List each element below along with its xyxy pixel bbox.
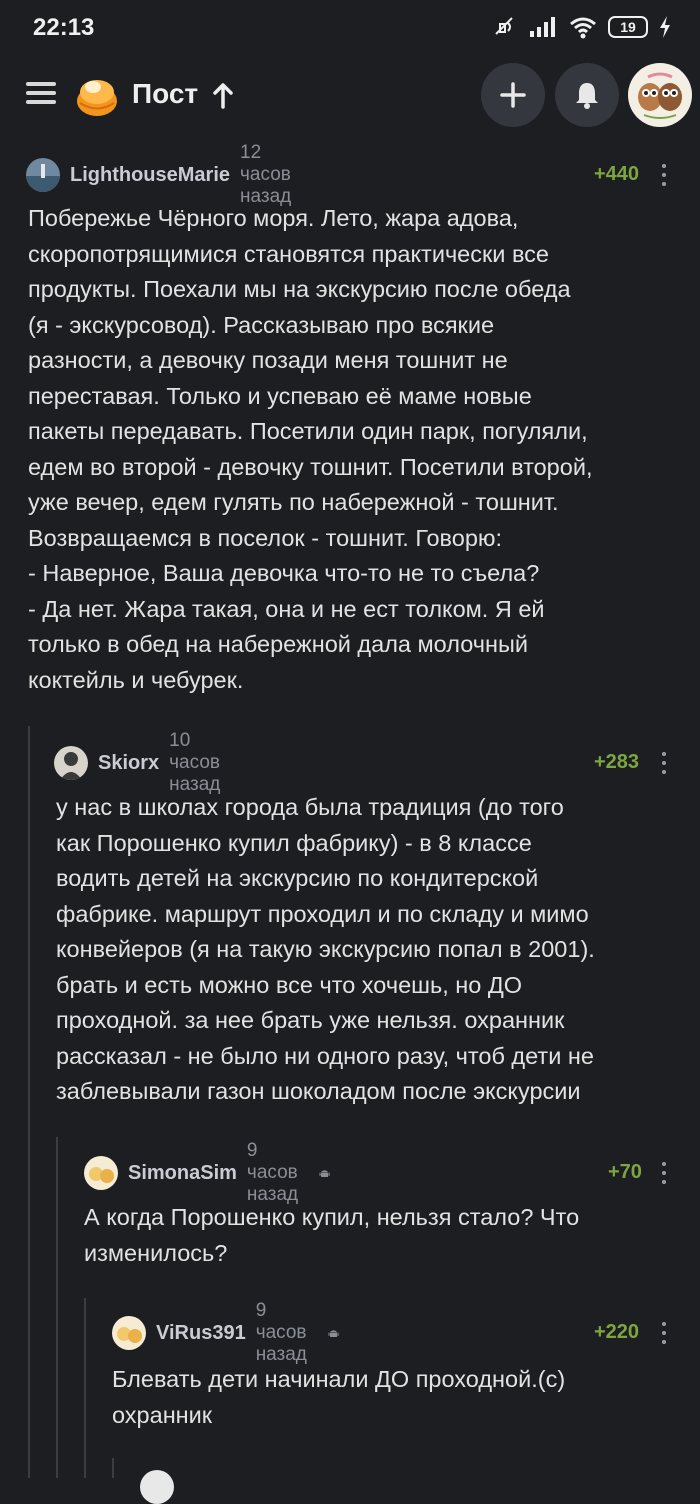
avatar[interactable] <box>140 1470 174 1504</box>
status-bar: 22:13 19 <box>0 0 700 58</box>
comment-time: 9 часов назад <box>255 1300 307 1365</box>
charging-icon <box>660 16 670 38</box>
comment-text: Побережье Чёрного моря. Лето, жара адова… <box>28 205 593 693</box>
thread-line <box>56 1137 58 1478</box>
comment-text: у нас в школах города была традиция (до … <box>56 794 595 1104</box>
comment-author[interactable]: SimonaSim <box>128 1162 237 1185</box>
status-icons: 19 <box>492 14 672 40</box>
page-title: Пост <box>132 78 199 109</box>
comment-author[interactable]: LighthouseMarie <box>70 164 230 187</box>
battery-icon: 19 <box>608 16 648 38</box>
comment-text: Блевать дети начинали ДО проходной.(с) о… <box>112 1366 566 1428</box>
bell-icon <box>576 83 598 109</box>
wifi-icon <box>570 17 596 39</box>
mute-icon <box>495 17 513 35</box>
avatar[interactable] <box>112 1316 146 1350</box>
thread-line <box>84 1298 86 1478</box>
android-icon <box>319 1170 330 1178</box>
comment-score: +220 <box>594 1321 640 1343</box>
comment-header: Skiorx 10 часов назад <box>54 730 220 795</box>
avatar[interactable] <box>84 1156 118 1190</box>
signal-icon <box>530 17 555 37</box>
comment-header: SimonaSim 9 часов назад <box>84 1140 330 1205</box>
add-icon <box>500 82 526 108</box>
avatar[interactable] <box>54 746 88 780</box>
app-bar: Пост <box>0 58 700 136</box>
comment-time: 9 часов назад <box>246 1140 299 1205</box>
comment-score: +70 <box>608 1161 642 1183</box>
notifications-button[interactable] <box>555 63 619 127</box>
more-icon[interactable] <box>662 1322 668 1344</box>
comment-time: 10 часов назад <box>169 730 221 795</box>
status-time: 22:13 <box>33 14 95 41</box>
avatar[interactable] <box>26 158 60 192</box>
arrow-up-icon[interactable] <box>212 82 234 110</box>
avatar[interactable] <box>628 63 692 127</box>
add-button[interactable] <box>481 63 545 127</box>
comment-author[interactable]: Skiorx <box>98 752 159 775</box>
comment-header: ViRus391 9 часов назад <box>112 1300 339 1365</box>
menu-icon[interactable] <box>26 82 56 108</box>
comment-time: 12 часов назад <box>240 142 292 207</box>
thread-line <box>112 1458 114 1478</box>
more-icon[interactable] <box>662 1162 668 1184</box>
comment-header: LighthouseMarie 12 часов назад <box>26 142 291 207</box>
comment-author[interactable]: ViRus391 <box>156 1322 246 1345</box>
comment-text: А когда Порошенко купил, нельзя стало? Ч… <box>84 1204 580 1266</box>
logo-icon[interactable] <box>72 70 122 120</box>
more-icon[interactable] <box>662 752 668 774</box>
comment-score: +283 <box>594 751 640 773</box>
android-icon <box>328 1330 339 1338</box>
comment-score: +440 <box>594 163 640 185</box>
more-icon[interactable] <box>662 164 668 186</box>
thread-line <box>28 726 30 1478</box>
